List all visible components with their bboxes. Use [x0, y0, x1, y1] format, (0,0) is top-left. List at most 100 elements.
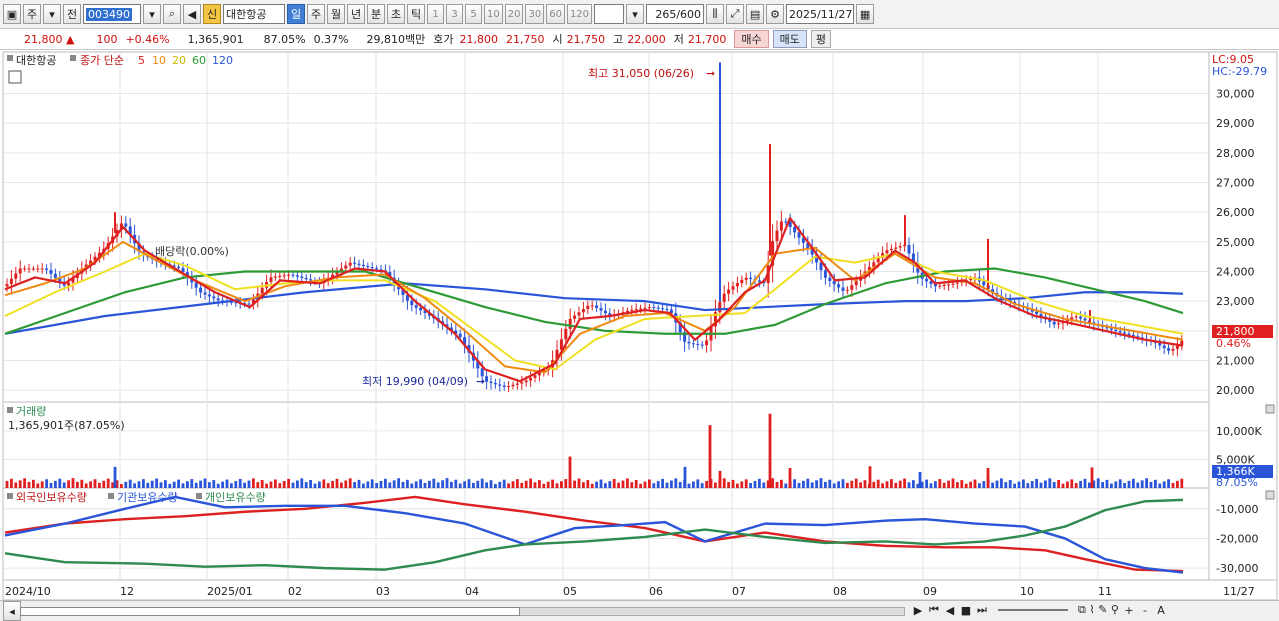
stop-icon[interactable]: ■ [960, 604, 972, 617]
speaker-icon[interactable]: ◀ [183, 4, 201, 24]
volume-bar [287, 478, 290, 488]
gear-icon[interactable]: ⚙ [766, 4, 785, 24]
calendar-icon[interactable]: ▦ [856, 4, 875, 24]
candle-body [216, 298, 220, 301]
panel-menu-icon[interactable] [1265, 490, 1275, 500]
date-input[interactable]: 2025/11/27 [786, 4, 855, 24]
volume-bar [824, 481, 827, 488]
font-icon[interactable]: A [1155, 604, 1167, 617]
type-select[interactable]: 주 [23, 4, 41, 24]
volume-bar [912, 480, 915, 488]
avg-button[interactable]: 평 [810, 30, 832, 48]
interval-30[interactable]: 30 [525, 4, 545, 24]
search-icon[interactable]: ⌕ [163, 4, 181, 24]
stock-chart[interactable]: 2024/10 12 2025/01 02 03 04 05 06 07 08 09 10 11 11/2… [0, 50, 1279, 600]
volume-bar [203, 478, 207, 488]
volume-bar [1176, 480, 1179, 488]
period-year[interactable]: 년 [347, 4, 365, 24]
volume-bar [590, 483, 594, 488]
zoom-out-icon[interactable]: - [1139, 604, 1151, 617]
scroll-left-icon[interactable]: ◂ [3, 601, 21, 621]
interval-1[interactable]: 1 [427, 4, 444, 24]
volume-spike [1090, 467, 1094, 488]
count-input[interactable]: 265/600 [646, 4, 705, 24]
candle-body [1109, 328, 1113, 330]
interval-10[interactable]: 10 [484, 4, 503, 24]
y-tick-label: -10,000 [1216, 503, 1258, 516]
volume-bar [872, 481, 876, 488]
volume-bar [1079, 480, 1082, 488]
volume-bar [599, 479, 603, 488]
candle-body [269, 277, 273, 282]
zoom-slider[interactable] [998, 609, 1068, 611]
prev-button[interactable]: 전 [63, 4, 81, 24]
period-month[interactable]: 월 [327, 4, 345, 24]
volume-bar [247, 480, 251, 488]
volume-bar [168, 483, 172, 488]
candle-body [1171, 348, 1175, 351]
table-icon[interactable] [8, 70, 22, 84]
chevron-down-icon[interactable]: ▾ [626, 4, 645, 24]
chevron-down-icon[interactable]: ▾ [143, 4, 161, 24]
volume-bar [793, 479, 796, 488]
volume-bar [678, 482, 682, 488]
candle-icon[interactable]: ⫼ [706, 4, 725, 24]
period-week[interactable]: 주 [307, 4, 325, 24]
volume-bar [1167, 479, 1170, 488]
interval-input[interactable] [594, 4, 625, 24]
candle-body [885, 250, 889, 254]
candle-body [727, 289, 731, 294]
y-tick-label: 23,000 [1216, 295, 1255, 308]
volume-bar [656, 481, 660, 488]
play-icon[interactable]: ▶ [912, 604, 924, 617]
volume-bar [1030, 481, 1034, 488]
volume-bar [1096, 478, 1100, 488]
volume-bar [137, 481, 141, 488]
candle-body [348, 262, 352, 266]
interval-5[interactable]: 5 [465, 4, 482, 24]
sell-button[interactable]: 매도 [772, 30, 807, 48]
volume-bar [630, 482, 634, 488]
tools-icon[interactable]: ⧉ ⌇ ✎ ⚲ [1078, 603, 1119, 617]
scrollbar-thumb[interactable] [20, 607, 520, 616]
save-icon[interactable]: ▤ [746, 4, 765, 24]
period-second[interactable]: 초 [387, 4, 405, 24]
volume-bar [722, 478, 726, 488]
zoom-in-icon[interactable]: + [1123, 604, 1135, 617]
volume-bar [705, 480, 708, 488]
volume-bar [230, 483, 233, 488]
interval-20[interactable]: 20 [504, 4, 524, 24]
last-icon[interactable]: ⏭ [976, 603, 988, 617]
period-tick[interactable]: 틱 [407, 4, 425, 24]
volume-spike [113, 466, 117, 488]
draw-icon[interactable]: ⤢ [726, 4, 745, 24]
period-day[interactable]: 일 [287, 4, 305, 24]
buy-button[interactable]: 매수 [734, 30, 769, 48]
low-label: 저 [673, 33, 684, 46]
chevron-down-icon[interactable]: ▾ [43, 4, 61, 24]
candle-body [304, 277, 308, 280]
period-minute[interactable]: 분 [367, 4, 385, 24]
interval-120[interactable]: 120 [566, 4, 593, 24]
volume-bar [1008, 480, 1012, 488]
legend-ma-label: 종가 단순 [80, 54, 124, 67]
candle-body [744, 277, 748, 280]
volume-bar [489, 480, 493, 488]
volume-bar [441, 480, 444, 488]
window-icon[interactable]: ▣ [3, 4, 21, 24]
volume-bar [1004, 482, 1008, 488]
interval-3[interactable]: 3 [446, 4, 463, 24]
volume-bar [234, 481, 238, 488]
x-tick-label: 2024/10 [5, 585, 51, 598]
stock-code-input[interactable]: 003490 [83, 4, 141, 24]
volume-bar [907, 482, 911, 488]
volume-bar [978, 483, 981, 488]
prev-icon[interactable]: ◀ [944, 604, 956, 617]
volume-bar [300, 478, 304, 488]
volume-bar [502, 479, 506, 488]
volume-bar [476, 480, 480, 488]
panel-menu-icon[interactable] [1265, 404, 1275, 414]
candle-body [718, 301, 722, 313]
first-icon[interactable]: ⏮ [928, 603, 940, 617]
interval-60[interactable]: 60 [546, 4, 565, 24]
